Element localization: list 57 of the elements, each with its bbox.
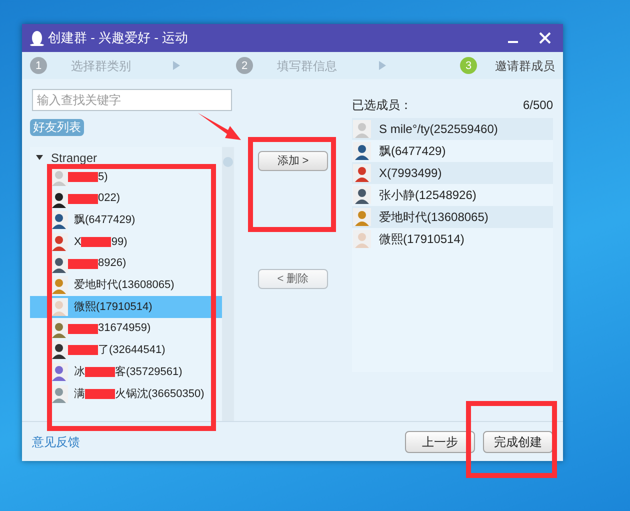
group-label: Stranger	[51, 150, 98, 168]
close-icon[interactable]	[539, 32, 551, 44]
selected-member[interactable]: 爱地时代(13608065)	[352, 206, 553, 228]
friend-name: 99)	[111, 234, 128, 250]
selected-member[interactable]: S mile°/ty(252559460)	[352, 118, 553, 140]
dialog-button[interactable]: 完成创建	[483, 430, 553, 453]
penguin-icon	[30, 30, 44, 46]
step-label: 填写群信息	[277, 58, 337, 75]
friend-item[interactable]: 31674959)	[30, 318, 222, 340]
friend-name: X	[74, 234, 82, 250]
search-field[interactable]: 输入查找关键字	[32, 89, 232, 112]
friend-item[interactable]: 满 火锅沈(36650350)	[30, 382, 222, 405]
step-label: 邀请群成员	[495, 58, 555, 75]
friend-name: 31674959)	[98, 321, 151, 336]
friend-item[interactable]: X 99)	[30, 231, 222, 253]
add-button[interactable]: 添加 >	[258, 151, 328, 172]
friend-name: 爱地时代(13608065)	[74, 278, 174, 294]
friend-name: 满	[74, 386, 85, 402]
friend-item[interactable]: 5)	[30, 166, 222, 188]
avatar-icon	[353, 208, 371, 226]
step-number: 3	[460, 57, 477, 74]
step-number: 2	[236, 57, 253, 74]
selected-member[interactable]: 微熙(17910514)	[352, 228, 553, 250]
friend-item[interactable]: 微熙(17910514)	[30, 296, 222, 318]
delete-button[interactable]: < 删除	[258, 269, 328, 290]
member-count: 6/500	[522, 97, 553, 114]
friend-name: 火锅沈(36650350)	[115, 386, 204, 402]
friend-item[interactable]: 022)	[30, 188, 222, 210]
selected-member[interactable]: 张小静(12548926)	[352, 184, 553, 206]
dialog-button[interactable]: 上一步	[405, 430, 475, 453]
friend-item[interactable]: 爱地时代(13608065)	[30, 274, 222, 296]
friend-name: 022)	[98, 191, 120, 206]
feedback-link[interactable]: 意见反馈	[32, 432, 80, 451]
friend-name: 了(32644541)	[98, 343, 166, 358]
avatar-icon	[353, 120, 371, 138]
selected-members-label: 已选成员：	[352, 97, 412, 114]
expand-icon[interactable]	[36, 155, 43, 162]
friend-name: 冰	[74, 364, 85, 380]
selected-member[interactable]: 飘(6477429)	[352, 140, 553, 162]
friend-item[interactable]: 冰 客(35729561)	[30, 361, 222, 383]
selected-member[interactable]: X(7993499)	[352, 162, 553, 184]
friend-name: 5)	[98, 170, 108, 185]
friend-name: 微熙(17910514)	[74, 300, 152, 315]
friend-item[interactable]: 了(32644541)	[30, 340, 222, 362]
friend-item[interactable]: 飘(6477429)	[30, 209, 222, 232]
step-label: 选择群类别	[71, 58, 131, 75]
friend-item[interactable]: 8926)	[30, 252, 222, 274]
scrollbar[interactable]	[222, 147, 234, 422]
friend-name: 8926)	[98, 256, 126, 272]
annotation-arrow	[198, 113, 242, 143]
friend-name: 客(35729561)	[115, 364, 182, 380]
avatar-icon	[353, 164, 371, 182]
step-number: 1	[30, 57, 47, 74]
chevron-icon	[173, 61, 180, 70]
friend-name: 飘(6477429)	[74, 213, 136, 228]
chevron-icon	[379, 61, 386, 70]
window-title: 创建群 - 兴趣爱好 - 运动	[48, 29, 188, 48]
